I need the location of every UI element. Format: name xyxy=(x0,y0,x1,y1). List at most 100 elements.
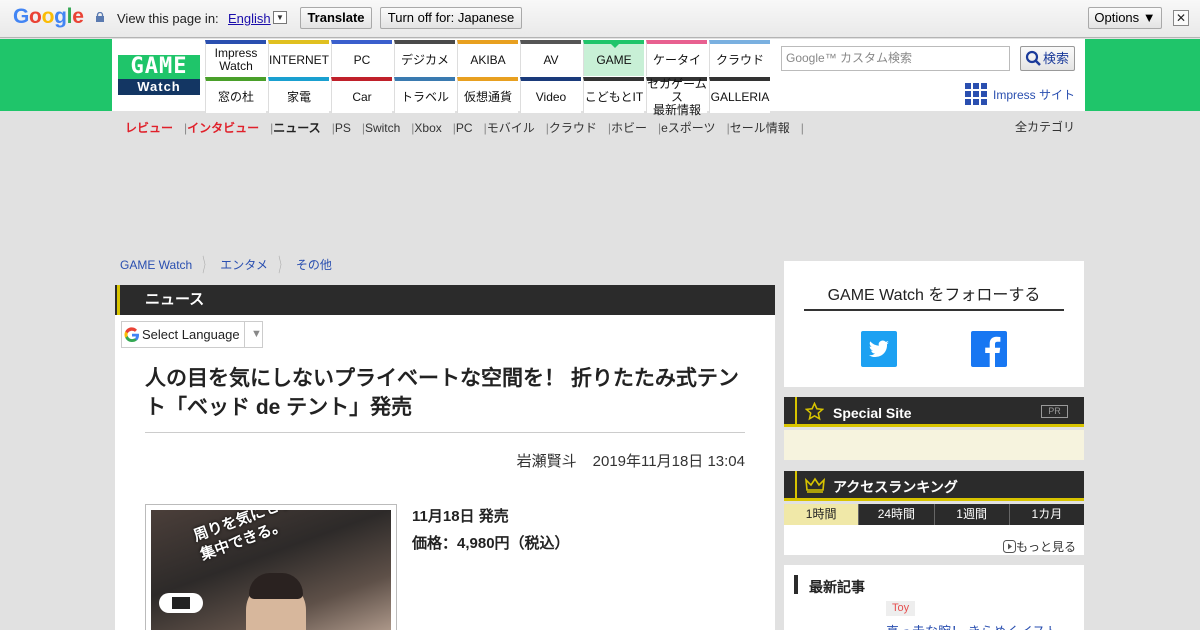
translate-button[interactable]: Translate xyxy=(300,7,372,29)
article-photo[interactable]: 周りを気にせずゲームや作業に集中できる。 xyxy=(145,504,397,630)
category-link[interactable]: Switch xyxy=(365,121,400,135)
breadcrumb-item[interactable]: エンタメ xyxy=(220,258,268,272)
select-language-label: Select Language xyxy=(142,327,240,342)
article-title: 人の目を気にしないプライベートな空間を！ 折りたたみ式テント「ベッド de テン… xyxy=(145,367,739,419)
game-console-icon xyxy=(159,593,203,613)
play-icon xyxy=(1003,540,1016,553)
search-input[interactable]: Google™ カスタム検索 xyxy=(781,46,1010,71)
search-button[interactable]: 検索 xyxy=(1020,46,1075,71)
ranking-tabs: 1時間 24時間 1週間 1カ月 xyxy=(784,504,1084,525)
follow-divider xyxy=(804,309,1064,311)
section-header-accent xyxy=(117,285,120,315)
release-info: 11月18日 発売 価格：4,980円（税込） xyxy=(412,503,570,557)
category-link[interactable]: インタビュー xyxy=(187,121,259,135)
nav-item-game[interactable]: GAME xyxy=(583,40,644,76)
nav-item-car[interactable]: Car xyxy=(331,77,392,113)
google-translate-bar: Google View this page in: English ▼ Tran… xyxy=(0,0,1200,38)
logo-game-text: GAME xyxy=(118,55,200,79)
price: 価格：4,980円（税込） xyxy=(412,535,570,552)
twitter-icon[interactable] xyxy=(861,331,897,367)
tab-1-week[interactable]: 1週間 xyxy=(933,504,1009,525)
nav-item-video[interactable]: Video xyxy=(520,77,581,113)
language-select[interactable]: English xyxy=(228,11,271,26)
nav-item-家電[interactable]: 家電 xyxy=(268,77,329,113)
tab-24-hours[interactable]: 24時間 xyxy=(858,504,933,525)
special-site-header: Special Site xyxy=(784,397,1084,427)
active-indicator xyxy=(610,43,620,48)
pr-badge: PR xyxy=(1041,405,1068,418)
special-site-title: Special Site xyxy=(833,405,912,421)
tab-1-hour[interactable]: 1時間 xyxy=(784,504,859,525)
game-watch-logo[interactable]: GAME Watch xyxy=(118,55,200,95)
latest-accent xyxy=(794,575,798,594)
person-hair xyxy=(249,573,303,599)
nav-item-セガゲームス-最新情報[interactable]: セガゲームス 最新情報 xyxy=(646,77,707,116)
follow-title: GAME Watch をフォローする xyxy=(827,287,1041,304)
nav-item-galleria[interactable]: GALLERIA xyxy=(709,77,770,113)
search-button-label: 検索 xyxy=(1043,51,1070,66)
search-icon xyxy=(1025,50,1041,66)
select-language-dropdown[interactable]: Select Language ▼ xyxy=(121,321,263,348)
breadcrumb-item[interactable]: その他 xyxy=(296,258,332,272)
nav-item-av[interactable]: AV xyxy=(520,40,581,76)
category-link[interactable]: PS xyxy=(335,121,351,135)
nav-item-クラウド[interactable]: クラウド xyxy=(709,40,770,76)
dropdown-arrow-icon: ▼ xyxy=(244,322,262,347)
category-link[interactable]: ホビー xyxy=(611,121,647,135)
access-ranking-title: アクセスランキング xyxy=(833,479,958,495)
category-nav: レビュー |インタビュー |ニュース |PS |Switch |Xbox |PC |モバイル |… xyxy=(125,119,804,136)
category-tag[interactable]: Toy xyxy=(886,601,916,616)
nav-item-デジカメ[interactable]: デジカメ xyxy=(394,40,455,76)
category-link[interactable]: セール情報 xyxy=(730,121,790,135)
nav-item-仮想通貨[interactable]: 仮想通貨 xyxy=(457,77,518,113)
view-page-in-label: View this page in: xyxy=(117,11,219,26)
language-dropdown-arrow[interactable]: ▼ xyxy=(273,11,287,24)
breadcrumb-item[interactable]: GAME Watch xyxy=(120,258,192,272)
photo-image: 周りを気にせずゲームや作業に集中できる。 xyxy=(151,510,391,630)
latest-article-link[interactable]: 真っ赤な腕！ きらめくイスト xyxy=(886,621,1058,630)
access-ranking-header: アクセスランキング xyxy=(784,471,1084,501)
chevron-right-icon: 〉 xyxy=(202,254,210,277)
tab-1-month[interactable]: 1カ月 xyxy=(1008,504,1084,525)
more-link[interactable]: もっと見る xyxy=(1003,538,1076,555)
nav-item-pc[interactable]: PC xyxy=(331,40,392,76)
category-link[interactable]: レビュー xyxy=(125,121,173,135)
category-link[interactable]: クラウド xyxy=(549,121,597,135)
release-date: 11月18日 発売 xyxy=(412,508,509,525)
more-link-label: もっと見る xyxy=(1016,540,1077,554)
options-button[interactable]: Options ▼ xyxy=(1088,7,1162,29)
grid-icon[interactable] xyxy=(965,83,987,105)
latest-articles: 最新記事 Toy 真っ赤な腕！ きらめくイスト xyxy=(784,565,1084,630)
close-icon[interactable]: ✕ xyxy=(1173,10,1189,26)
google-logo: Google xyxy=(13,5,84,28)
nav-item-impress-watch[interactable]: Impress Watch xyxy=(205,40,266,76)
crown-icon xyxy=(805,477,825,493)
all-categories-link[interactable]: 全カテゴリ xyxy=(1015,118,1075,135)
lock-icon xyxy=(96,12,104,22)
category-link[interactable]: ニュース xyxy=(273,121,320,135)
category-link[interactable]: eスポーツ xyxy=(661,121,715,135)
special-site-body xyxy=(784,430,1084,460)
breadcrumb: GAME Watch 〉エンタメ〉その他 xyxy=(120,254,332,276)
facebook-icon[interactable] xyxy=(971,331,1007,367)
photo-caption: 周りを気にせずゲームや作業に集中できる。 xyxy=(191,510,391,564)
nav-item-こどもとit[interactable]: こどもとIT xyxy=(583,77,644,113)
star-icon xyxy=(805,402,824,421)
separator: | xyxy=(800,121,804,135)
section-header: ニュース xyxy=(115,285,775,315)
nav-item-internet[interactable]: INTERNET xyxy=(268,40,329,76)
follow-box: GAME Watch をフォローする xyxy=(784,261,1084,387)
turn-off-button[interactable]: Turn off for: Japanese xyxy=(380,7,522,29)
nav-item-akiba[interactable]: AKIBA xyxy=(457,40,518,76)
category-link[interactable]: Xbox xyxy=(414,121,441,135)
impress-site-link[interactable]: Impress サイト xyxy=(993,86,1075,103)
nav-item-窓の杜[interactable]: 窓の杜 xyxy=(205,77,266,113)
header-accent xyxy=(795,397,797,424)
category-link[interactable]: PC xyxy=(456,121,473,135)
header-accent xyxy=(795,471,797,498)
category-link[interactable]: モバイル xyxy=(487,121,535,135)
title-divider xyxy=(145,432,745,433)
nav-item-ケータイ[interactable]: ケータイ xyxy=(646,40,707,76)
nav-item-トラベル[interactable]: トラベル xyxy=(394,77,455,113)
byline: 岩瀬賢斗 2019年11月18日 13:04 xyxy=(420,450,745,471)
